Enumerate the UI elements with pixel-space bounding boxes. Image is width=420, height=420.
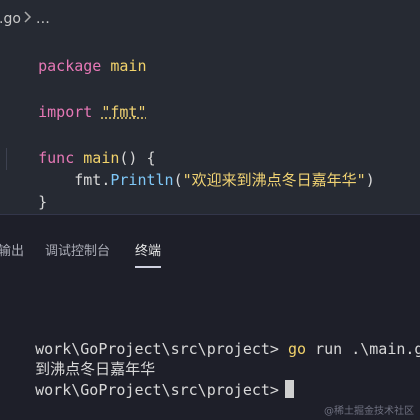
keyword-package: package <box>38 57 102 75</box>
tab-terminal[interactable]: 终端 <box>135 242 162 268</box>
terminal-line-prompt[interactable]: work\GoProject\src\project> <box>0 360 294 399</box>
terminal-command: go <box>288 340 307 358</box>
terminal-args: run .\main.go <box>306 340 420 358</box>
breadcrumb-more[interactable]: … <box>36 11 50 27</box>
terminal-line-output: 到沸点冬日嘉年华 <box>0 339 155 378</box>
terminal-cursor[interactable] <box>284 380 294 398</box>
panel-tabs: 输出 调试控制台 终端 <box>0 215 420 268</box>
bottom-panel: 输出 调试控制台 终端 work\GoProject\src\project> … <box>0 214 420 420</box>
watermark: @稀土掘金技术社区 <box>324 406 414 417</box>
code-line-func: func main() { <box>2 125 155 167</box>
paren-open: ( <box>173 171 183 189</box>
breadcrumb[interactable]: .go … <box>0 9 50 29</box>
breadcrumb-file[interactable]: .go <box>0 11 21 27</box>
terminal-line-command: work\GoProject\src\project> go run .\mai… <box>0 319 420 358</box>
paren-close: ) <box>365 171 375 189</box>
string-literal: "欢迎来到沸点冬日嘉年华" <box>182 171 366 189</box>
package-name: main <box>110 57 147 75</box>
keyword-import: import <box>38 103 93 121</box>
package-ref: fmt. <box>38 171 111 189</box>
terminal-prompt-current: work\GoProject\src\project> <box>35 381 279 399</box>
code-line-println: fmt.Println("欢迎来到沸点冬日嘉年华") <box>2 147 375 189</box>
code-line-import: import "fmt" <box>2 79 146 121</box>
code-line-close-brace: } <box>2 169 47 211</box>
closing-brace: } <box>38 193 48 211</box>
code-line-package: package main <box>2 33 146 75</box>
tab-output[interactable]: 输出 <box>0 242 24 262</box>
method-name: Println <box>110 171 174 189</box>
tab-debug-console[interactable]: 调试控制台 <box>45 242 110 262</box>
import-path: "fmt" <box>101 103 147 121</box>
chevron-right-icon <box>23 11 32 27</box>
code-editor[interactable]: .go … package main import "fmt" func mai… <box>0 0 420 214</box>
